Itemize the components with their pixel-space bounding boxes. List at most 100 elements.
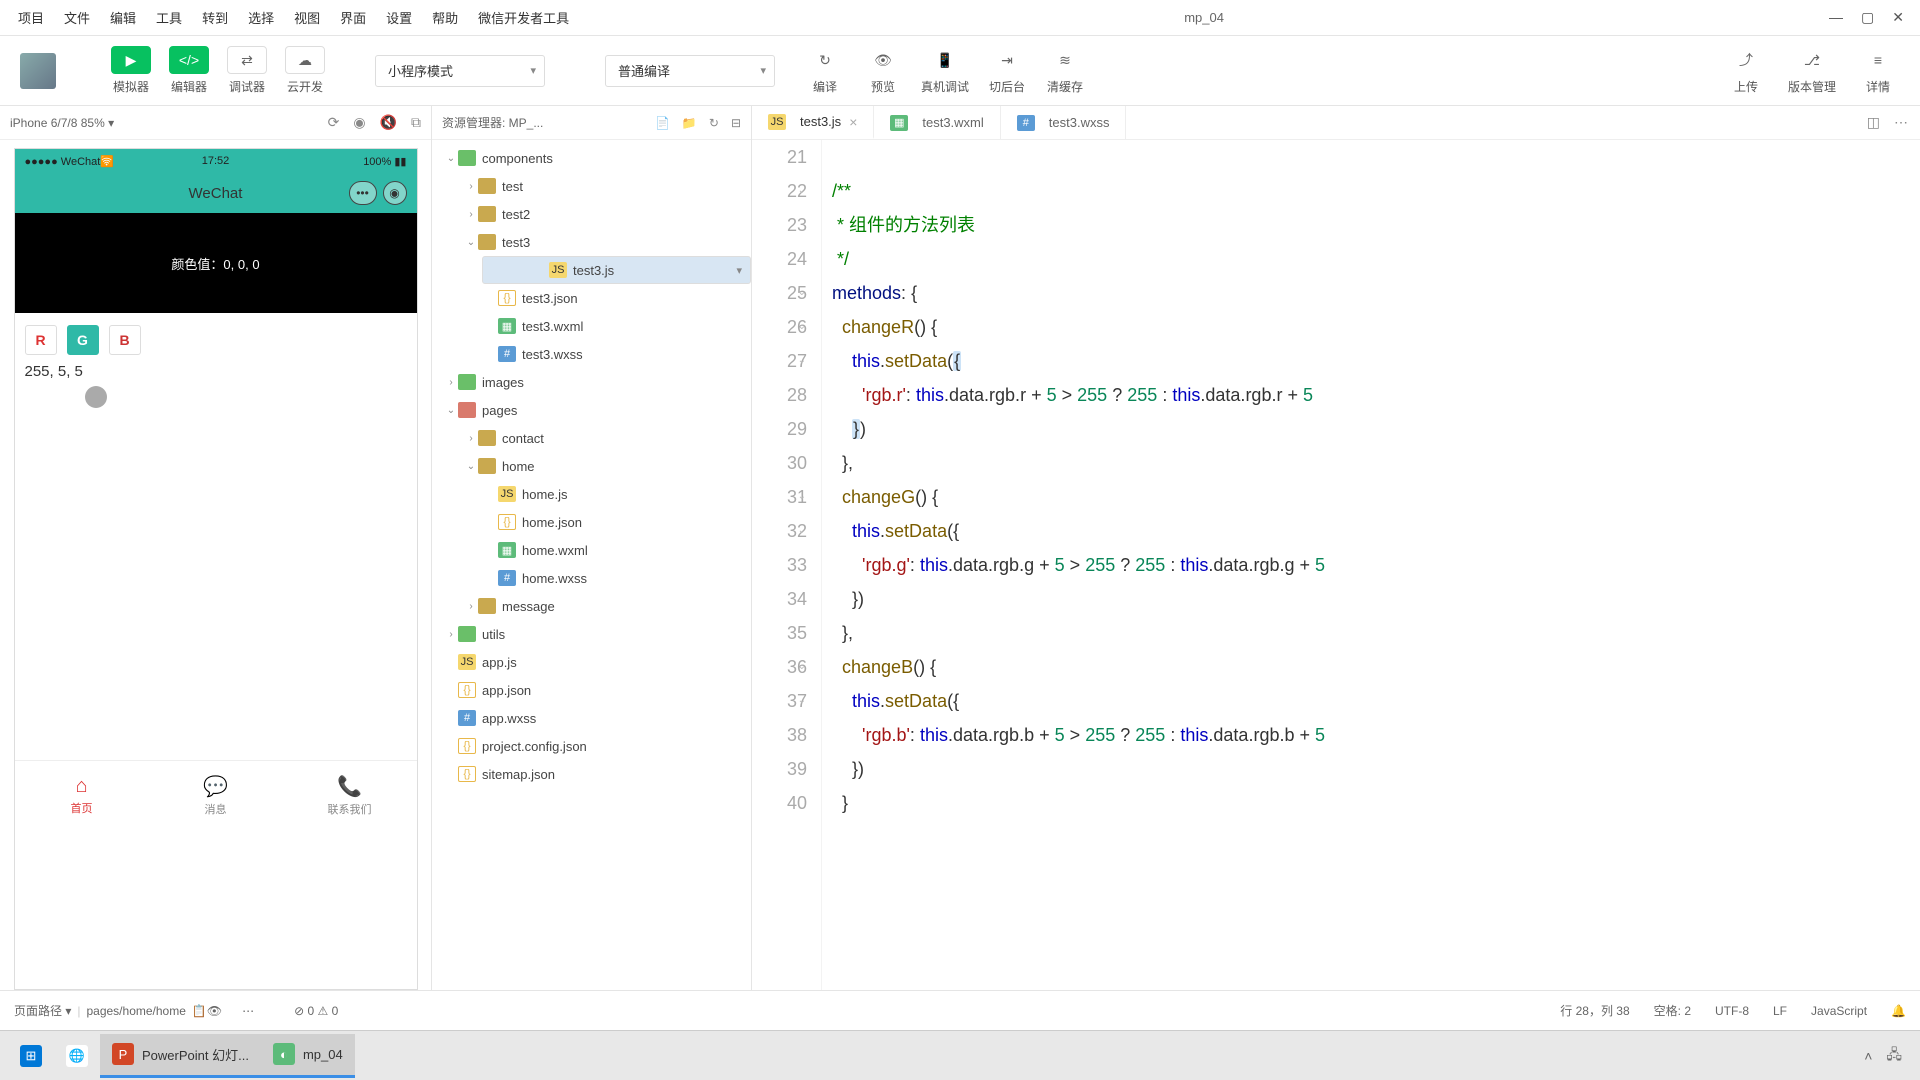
encoding[interactable]: UTF-8: [1715, 1004, 1749, 1018]
fold-icon[interactable]: ⌄: [798, 344, 806, 378]
more-icon[interactable]: ⋯: [1894, 114, 1908, 131]
copy-path-icon[interactable]: 📋: [192, 1004, 207, 1018]
more-status-icon[interactable]: ⋯: [242, 1004, 254, 1018]
refresh-icon[interactable]: ↻: [709, 116, 719, 130]
editor-tab-test3.wxss[interactable]: #test3.wxss: [1001, 106, 1127, 139]
editor-button[interactable]: </>编辑器: [169, 46, 209, 95]
tree-test2[interactable]: ›test2: [432, 200, 751, 228]
taskbar-🌐[interactable]: 🌐: [54, 1034, 100, 1078]
tree-project.config.json[interactable]: {}project.config.json: [432, 732, 751, 760]
upload-button[interactable]: ⤴上传: [1726, 46, 1766, 95]
record-icon[interactable]: ◉: [353, 114, 365, 131]
menu-视图[interactable]: 视图: [284, 8, 330, 27]
simulator-button[interactable]: ▶模拟器: [111, 46, 151, 95]
tree-message[interactable]: ›message: [432, 592, 751, 620]
fold-icon[interactable]: ⌄: [798, 174, 806, 208]
cloud-button[interactable]: ☁云开发: [285, 46, 325, 95]
code-area[interactable]: 2122⌄232425⌄26⌄27⌄28293031⌄32⌄33343536⌄3…: [752, 140, 1920, 990]
tree-home.js[interactable]: JShome.js: [432, 480, 751, 508]
menu-微信开发者工具[interactable]: 微信开发者工具: [468, 8, 579, 27]
collapse-icon[interactable]: ⊟: [731, 116, 741, 130]
tree-utils[interactable]: ›utils: [432, 620, 751, 648]
page-path-label[interactable]: 页面路径 ▾: [14, 1002, 71, 1019]
eol[interactable]: LF: [1773, 1004, 1787, 1018]
taskbar-mp_04[interactable]: ◐mp_04: [261, 1034, 355, 1078]
capsule-menu-button[interactable]: •••: [349, 181, 377, 205]
tray-chevron-icon[interactable]: ˄: [1864, 1048, 1872, 1064]
fold-icon[interactable]: ⌄: [798, 684, 806, 718]
split-editor-icon[interactable]: ◫: [1867, 114, 1880, 131]
tree-test3.json[interactable]: {}test3.json: [432, 284, 751, 312]
menu-帮助[interactable]: 帮助: [422, 8, 468, 27]
user-avatar[interactable]: [20, 53, 56, 89]
cursor-position[interactable]: 行 28，列 38: [1560, 1002, 1629, 1019]
compile-select[interactable]: 普通编译: [605, 55, 775, 87]
editor-tab-test3.wxml[interactable]: ▦test3.wxml: [874, 106, 1000, 139]
mute-icon[interactable]: 🔇: [380, 114, 397, 131]
rgb-g-button[interactable]: G: [67, 325, 99, 355]
menu-编辑[interactable]: 编辑: [100, 8, 146, 27]
tree-app.json[interactable]: {}app.json: [432, 676, 751, 704]
tab-消息[interactable]: 💬消息: [149, 761, 283, 830]
capsule-close-button[interactable]: ◉: [383, 181, 407, 205]
device-select[interactable]: iPhone 6/7/8 85% ▾: [10, 116, 314, 130]
tree-test3.js[interactable]: JStest3.js: [482, 256, 751, 284]
bell-icon[interactable]: 🔔: [1891, 1004, 1906, 1018]
tree-home.wxss[interactable]: #home.wxss: [432, 564, 751, 592]
background-button[interactable]: ⇥切后台: [987, 46, 1027, 95]
taskbar-PowerPoint 幻灯...[interactable]: PPowerPoint 幻灯...: [100, 1034, 261, 1078]
menu-项目[interactable]: 项目: [8, 8, 54, 27]
new-folder-icon[interactable]: 📁: [682, 116, 697, 130]
minimize-button[interactable]: —: [1829, 9, 1843, 26]
tree-app.wxss[interactable]: #app.wxss: [432, 704, 751, 732]
fold-icon[interactable]: ⌄: [798, 650, 806, 684]
fold-icon[interactable]: ⌄: [798, 514, 806, 548]
tab-联系我们[interactable]: 📞联系我们: [283, 761, 417, 830]
debugger-button[interactable]: ⇄调试器: [227, 46, 267, 95]
tree-test3.wxss[interactable]: #test3.wxss: [432, 340, 751, 368]
taskbar-⊞[interactable]: ⊞: [8, 1034, 54, 1078]
rgb-b-button[interactable]: B: [109, 325, 141, 355]
fold-icon[interactable]: ⌄: [798, 310, 806, 344]
close-tab-icon[interactable]: ×: [849, 114, 857, 130]
tree-pages[interactable]: ⌄pages: [432, 396, 751, 424]
rgb-r-button[interactable]: R: [25, 325, 57, 355]
fold-icon[interactable]: ⌄: [798, 276, 806, 310]
version-button[interactable]: ⎇版本管理: [1788, 46, 1836, 95]
tree-test[interactable]: ›test: [432, 172, 751, 200]
menu-工具[interactable]: 工具: [146, 8, 192, 27]
tree-test3[interactable]: ⌄test3: [432, 228, 751, 256]
indent-setting[interactable]: 空格: 2: [1654, 1002, 1691, 1019]
tree-sitemap.json[interactable]: {}sitemap.json: [432, 760, 751, 788]
preview-button[interactable]: 👁预览: [863, 46, 903, 95]
fold-icon[interactable]: ⌄: [798, 480, 806, 514]
maximize-button[interactable]: ▢: [1861, 9, 1874, 26]
pop-out-icon[interactable]: ⧉: [411, 114, 421, 131]
menu-选择[interactable]: 选择: [238, 8, 284, 27]
tree-home.json[interactable]: {}home.json: [432, 508, 751, 536]
rotate-icon[interactable]: ⟳: [328, 114, 340, 131]
menu-设置[interactable]: 设置: [376, 8, 422, 27]
clear-cache-button[interactable]: ≋清缓存: [1045, 46, 1085, 95]
new-file-icon[interactable]: 📄: [655, 116, 670, 130]
tree-home[interactable]: ⌄home: [432, 452, 751, 480]
editor-tab-test3.js[interactable]: JStest3.js×: [752, 106, 874, 139]
tree-test3.wxml[interactable]: ▦test3.wxml: [432, 312, 751, 340]
tree-images[interactable]: ›images: [432, 368, 751, 396]
menu-文件[interactable]: 文件: [54, 8, 100, 27]
close-button[interactable]: ✕: [1892, 9, 1904, 26]
remote-debug-button[interactable]: 📱真机调试: [921, 46, 969, 95]
tree-home.wxml[interactable]: ▦home.wxml: [432, 536, 751, 564]
problems-count[interactable]: ⊘ 0 ⚠ 0: [294, 1004, 338, 1018]
tree-app.js[interactable]: JSapp.js: [432, 648, 751, 676]
details-button[interactable]: ≡详情: [1858, 46, 1898, 95]
tab-首页[interactable]: ⌂首页: [15, 761, 149, 830]
compile-button[interactable]: ↻编译: [805, 46, 845, 95]
mode-select[interactable]: 小程序模式: [375, 55, 545, 87]
menu-转到[interactable]: 转到: [192, 8, 238, 27]
tree-components[interactable]: ⌄components: [432, 144, 751, 172]
menu-界面[interactable]: 界面: [330, 8, 376, 27]
tray-network-icon[interactable]: 🖧: [1886, 1044, 1902, 1068]
visibility-icon[interactable]: 👁: [207, 1004, 222, 1018]
tree-contact[interactable]: ›contact: [432, 424, 751, 452]
